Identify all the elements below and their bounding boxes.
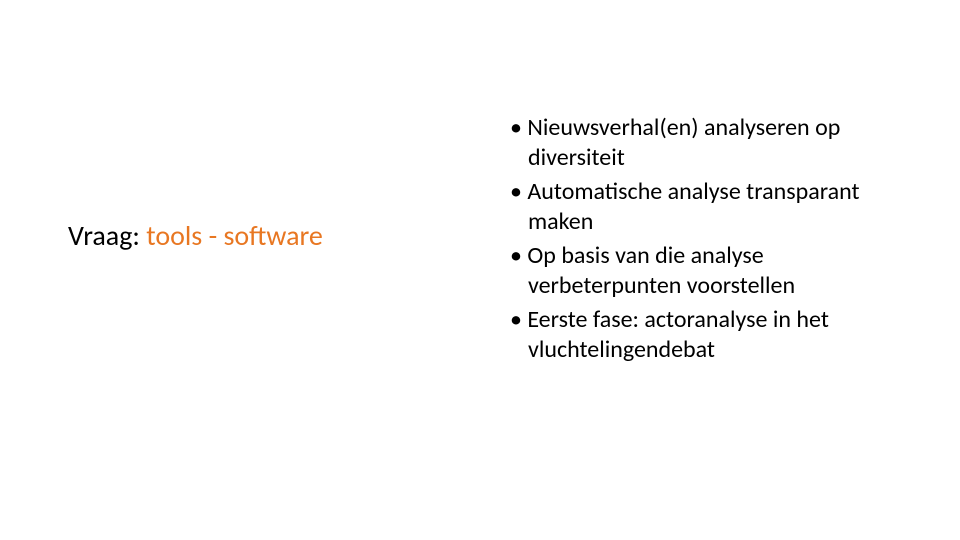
list-item: Op basis van die analyse verbeterpunten … — [510, 241, 918, 301]
title-highlight: tools - software — [146, 218, 323, 253]
bullet-list: Nieuwsverhal(en) analyseren op diversite… — [510, 113, 918, 365]
list-item: Eerste fase: actoranalyse in het vluchte… — [510, 305, 918, 365]
slide-title: Vraag: tools - software — [68, 218, 448, 253]
slide-title-block: Vraag: tools - software — [68, 218, 448, 253]
slide-content-block: Nieuwsverhal(en) analyseren op diversite… — [510, 113, 918, 369]
list-item: Automatische analyse transparant maken — [510, 177, 918, 237]
list-item: Nieuwsverhal(en) analyseren op diversite… — [510, 113, 918, 173]
title-prefix: Vraag: — [68, 218, 146, 253]
